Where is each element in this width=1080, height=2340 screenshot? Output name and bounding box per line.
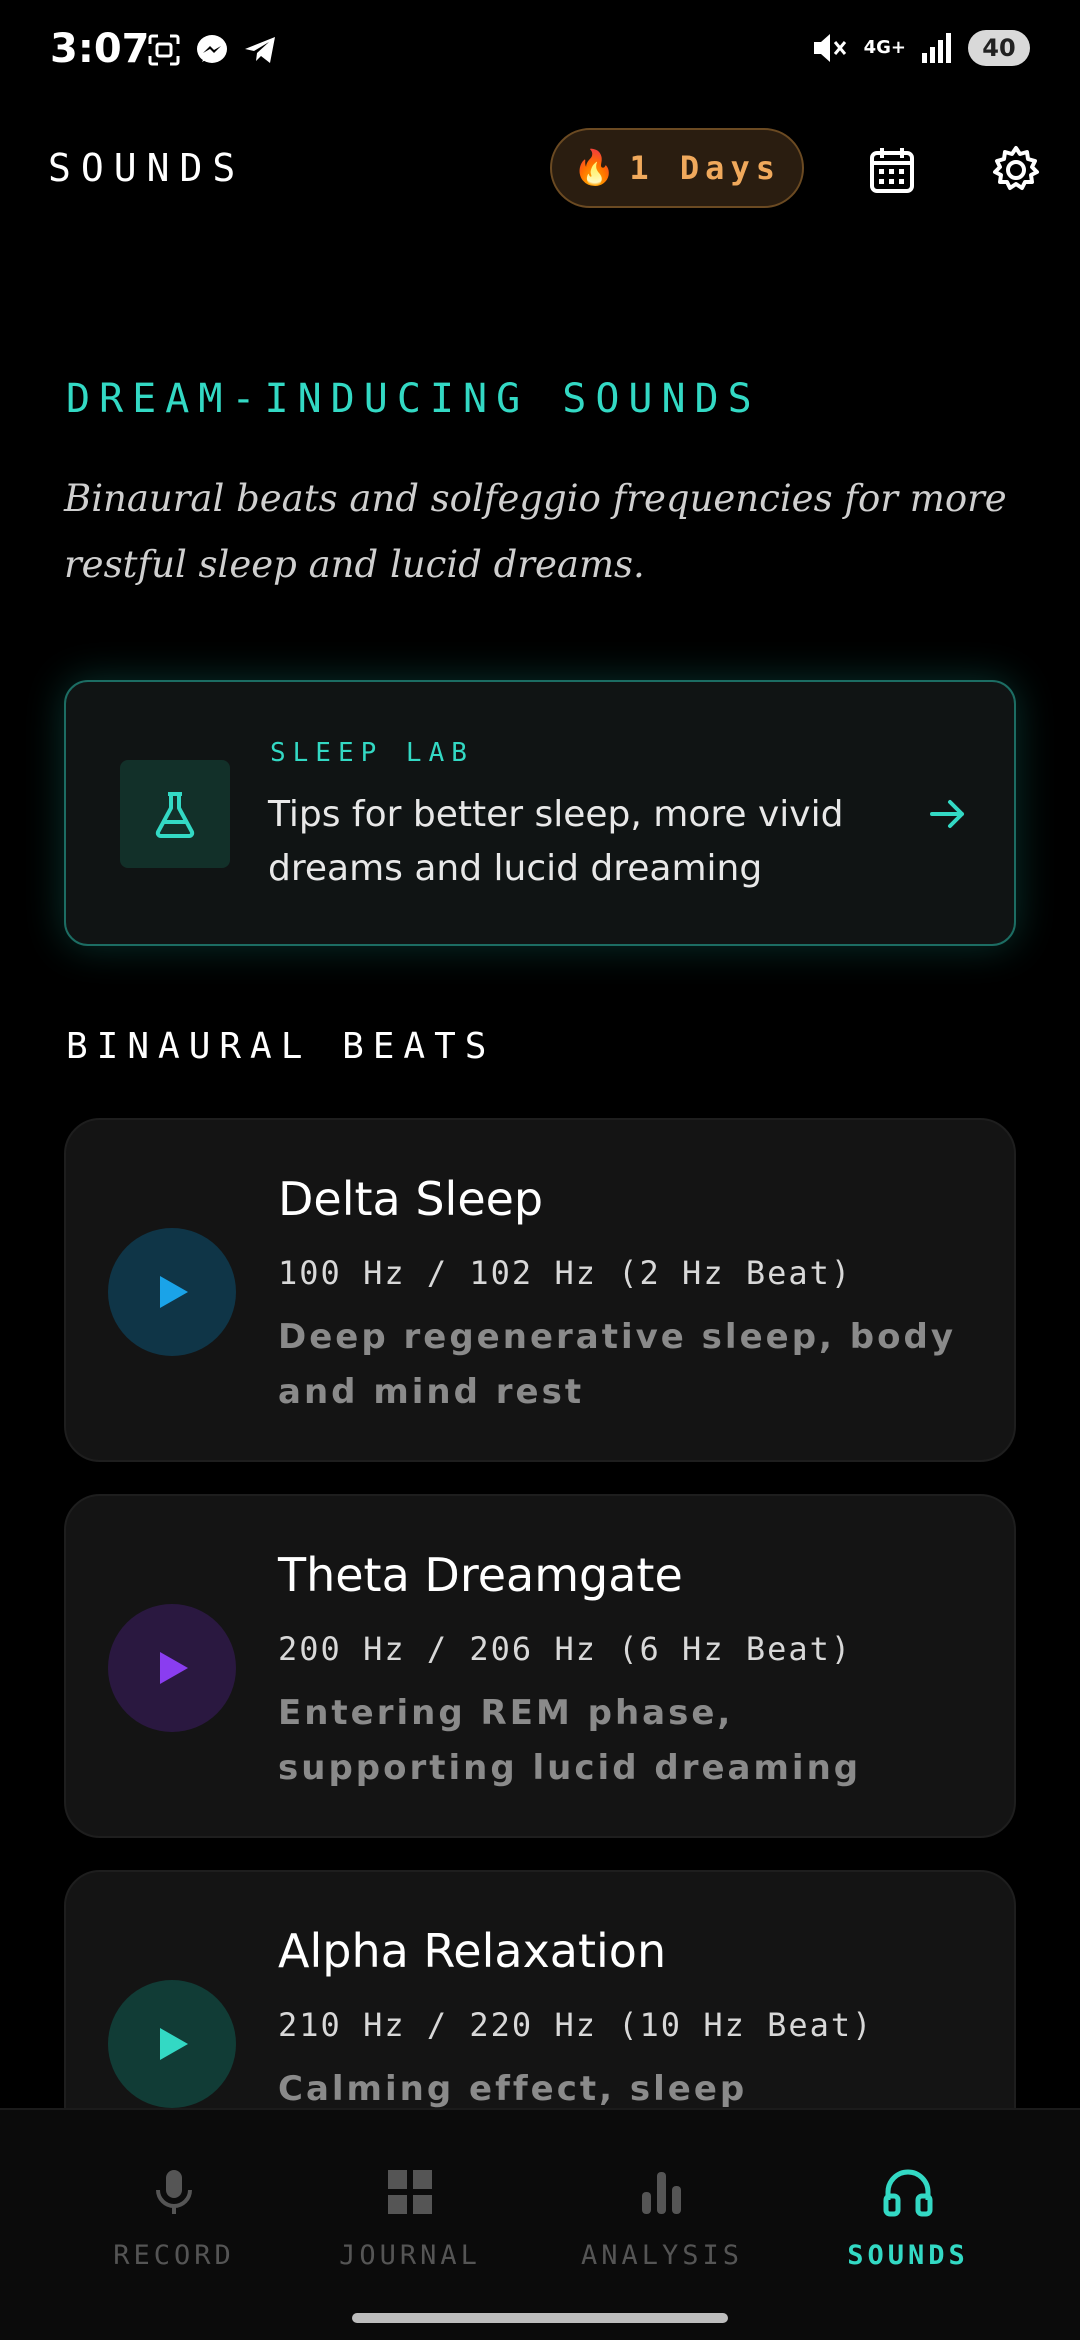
- nav-label-journal: JOURNAL: [339, 2240, 481, 2271]
- sound-card-delta-sleep[interactable]: Delta Sleep 100 Hz / 102 Hz (2 Hz Beat) …: [64, 1118, 1016, 1462]
- telegram-icon: [245, 37, 275, 63]
- sound-frequency: 100 Hz / 102 Hz (2 Hz Beat): [278, 1254, 853, 1292]
- app-header: SOUNDS 🔥 1 Days: [0, 120, 1080, 220]
- sound-name: Delta Sleep: [278, 1172, 544, 1226]
- nav-item-record[interactable]: RECORD: [54, 2164, 294, 2284]
- nav-label-sounds: SOUNDS: [847, 2240, 969, 2271]
- grid-icon: [388, 2170, 432, 2214]
- mute-icon: [813, 34, 846, 62]
- play-button[interactable]: [108, 1980, 236, 2108]
- sleep-lab-card[interactable]: SLEEP LAB Tips for better sleep, more vi…: [64, 680, 1016, 946]
- sound-card-theta-dreamgate[interactable]: Theta Dreamgate 200 Hz / 206 Hz (6 Hz Be…: [64, 1494, 1016, 1838]
- settings-gear-icon[interactable]: [988, 142, 1044, 198]
- flask-icon: [155, 792, 195, 838]
- hero-description: Binaural beats and solfeggio frequencies…: [64, 477, 1007, 586]
- notification-icons: [146, 32, 278, 68]
- play-icon: [160, 1276, 188, 1308]
- battery-indicator: 40: [968, 30, 1030, 66]
- sound-description: Entering REM phase, supporting lucid dre…: [278, 1693, 862, 1788]
- play-button[interactable]: [108, 1228, 236, 1356]
- sounds-screen: 3:07 4G+ 40 SOUNDS 🔥 1 Days DREAM-INDUCI…: [0, 0, 1080, 2340]
- sleep-lab-text: Tips for better sleep, more vivid dreams…: [268, 794, 844, 889]
- signal-icon: [922, 33, 951, 63]
- calendar-icon[interactable]: [864, 142, 920, 198]
- sound-name: Theta Dreamgate: [278, 1548, 683, 1602]
- section-label-binaural-beats: BINAURAL BEATS: [66, 1026, 496, 1067]
- bottom-navigation: RECORD JOURNAL ANALYSIS SOUNDS: [0, 2108, 1080, 2340]
- nav-item-analysis[interactable]: ANALYSIS: [542, 2164, 782, 2284]
- nav-item-journal[interactable]: JOURNAL: [290, 2164, 530, 2284]
- sound-description: Deep regenerative sleep, body and mind r…: [278, 1317, 956, 1412]
- nav-label-analysis: ANALYSIS: [580, 2240, 744, 2271]
- sleep-lab-kicker: SLEEP LAB: [270, 738, 474, 768]
- sound-frequency: 210 Hz / 220 Hz (10 Hz Beat): [278, 2006, 874, 2044]
- sleep-lab-icon-box: [120, 760, 230, 868]
- arrow-right-icon: [930, 800, 964, 828]
- sound-name: Alpha Relaxation: [278, 1924, 667, 1978]
- headphones-icon: [883, 2169, 933, 2217]
- streak-badge[interactable]: 🔥 1 Days: [550, 128, 804, 208]
- nav-item-sounds[interactable]: SOUNDS: [788, 2164, 1028, 2284]
- status-bar: 3:07 4G+ 40: [0, 0, 1080, 100]
- flame-icon: 🔥: [573, 148, 616, 188]
- sound-frequency: 200 Hz / 206 Hz (6 Hz Beat): [278, 1630, 853, 1668]
- play-icon: [160, 1652, 188, 1684]
- page-title: SOUNDS: [48, 146, 246, 190]
- play-button[interactable]: [108, 1604, 236, 1732]
- system-indicators: 4G+ 40: [810, 30, 1030, 66]
- home-indicator[interactable]: [352, 2313, 728, 2323]
- screenshot-icon: [148, 34, 180, 66]
- network-type: 4G+: [863, 37, 906, 58]
- hero-title: DREAM-INDUCING SOUNDS: [66, 376, 761, 422]
- nav-label-record: RECORD: [113, 2240, 235, 2271]
- messenger-icon: [197, 35, 227, 63]
- bar-chart-icon: [642, 2172, 681, 2214]
- play-icon: [160, 2028, 188, 2060]
- streak-label: 1 Days: [629, 149, 781, 187]
- microphone-icon: [156, 2170, 192, 2214]
- status-time: 3:07: [50, 26, 150, 72]
